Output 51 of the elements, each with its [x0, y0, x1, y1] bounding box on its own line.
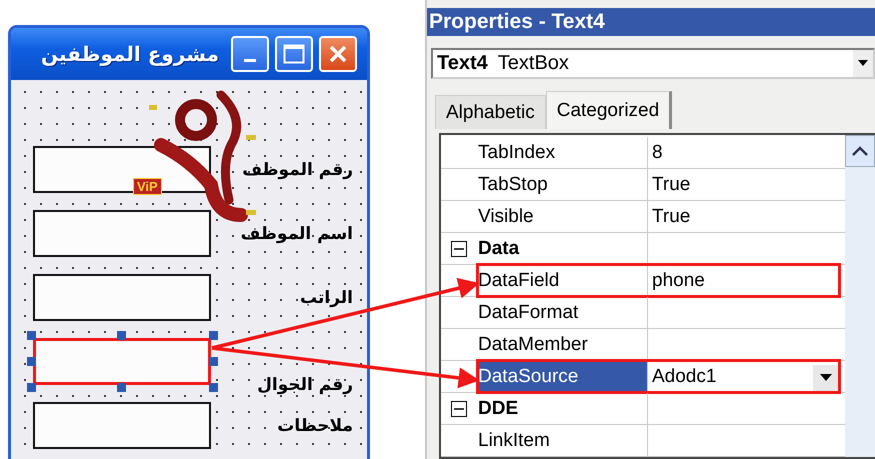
property-name[interactable]: DataField	[476, 265, 648, 296]
text-field[interactable]	[33, 274, 211, 321]
property-name[interactable]: LinkItem	[476, 425, 648, 456]
selection-handle[interactable]	[117, 331, 126, 340]
minimize-icon	[244, 58, 256, 62]
selection-handle[interactable]	[209, 357, 218, 366]
scrollbar[interactable]	[845, 135, 875, 457]
panel-title: Properties - Text4	[427, 8, 875, 36]
category-name[interactable]: Data	[476, 233, 648, 264]
collapse-icon[interactable]	[450, 240, 466, 256]
property-name[interactable]: TabStop	[476, 169, 648, 200]
tab[interactable]: Categorized	[546, 91, 672, 129]
field-label: ملاحظات	[277, 416, 354, 436]
category-name[interactable]: DDE	[476, 393, 648, 424]
collapse-icon[interactable]	[450, 400, 466, 416]
field-label: رقم الموظف	[242, 160, 354, 180]
property-value[interactable]: phone	[652, 270, 705, 292]
selection-handle[interactable]	[27, 383, 36, 392]
property-name[interactable]: TabIndex	[476, 137, 648, 168]
tab[interactable]: Alphabetic	[435, 95, 546, 129]
property-name[interactable]: Visible	[476, 201, 648, 232]
dropdown-button[interactable]	[813, 364, 839, 390]
text-field[interactable]	[33, 210, 211, 257]
maximize-button[interactable]	[275, 36, 313, 72]
selection-handle[interactable]	[27, 357, 36, 366]
selection-handle[interactable]	[117, 383, 126, 392]
field-label: الراتب	[300, 288, 354, 308]
scroll-up-icon[interactable]	[852, 146, 868, 156]
property-value[interactable]: True	[652, 206, 690, 228]
window-title: مشروع الموظفين	[41, 42, 219, 66]
close-button[interactable]	[319, 36, 357, 72]
selection-handle[interactable]	[209, 331, 218, 340]
caret-icon	[858, 60, 868, 66]
property-name[interactable]: DataMember	[476, 329, 648, 360]
close-icon	[328, 44, 348, 64]
minimize-button[interactable]	[231, 36, 269, 72]
caret-icon	[820, 374, 832, 381]
object-dropdown[interactable]: Text4 TextBox	[431, 48, 875, 79]
property-value[interactable]: True	[652, 174, 690, 196]
selection-handle[interactable]	[209, 383, 218, 392]
field-label: رقم الجوال	[257, 375, 354, 395]
selection-handle[interactable]	[27, 331, 36, 340]
property-name[interactable]: DataSource	[476, 361, 648, 392]
property-name[interactable]: DataFormat	[476, 297, 648, 328]
property-value[interactable]: Adodc1	[652, 366, 716, 388]
text-field[interactable]	[33, 338, 211, 385]
maximize-icon	[283, 44, 305, 64]
text-field[interactable]	[33, 402, 211, 449]
field-label: اسم الموظف	[240, 224, 354, 244]
property-value[interactable]: 8	[652, 142, 663, 164]
logo-badge: ViP	[133, 178, 162, 195]
